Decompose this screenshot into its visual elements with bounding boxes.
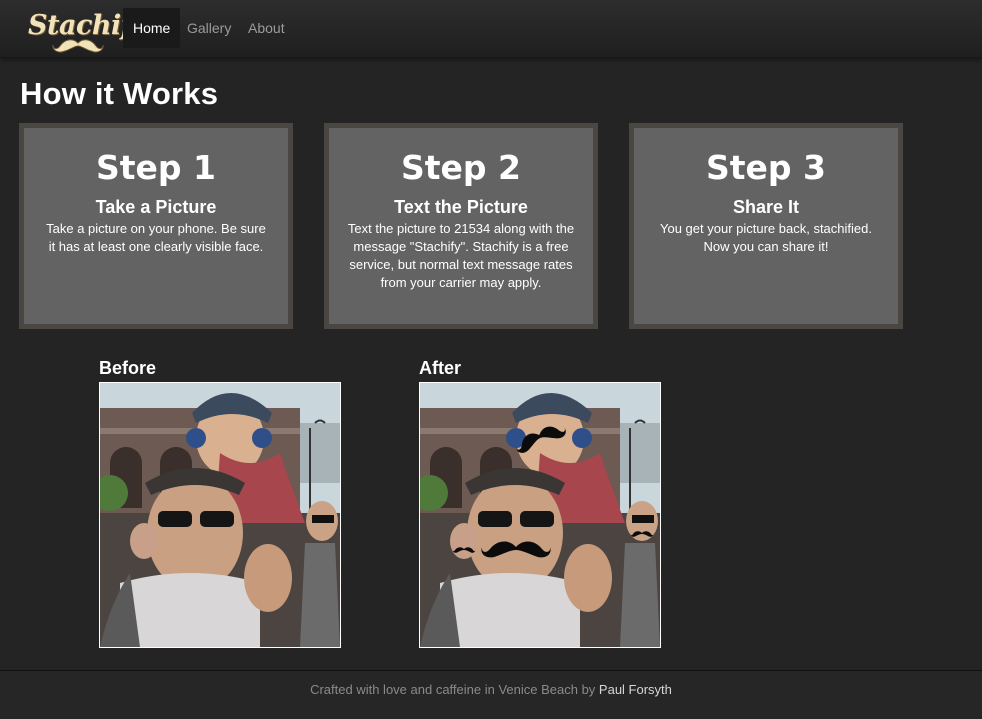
step-card-1: Step 1 Take a Picture Take a picture on … — [19, 123, 293, 329]
nav-gallery[interactable]: Gallery — [177, 8, 241, 48]
footer-text: Crafted with love and caffeine in Venice… — [310, 682, 599, 697]
step-description: You get your picture back, stachified. N… — [660, 221, 872, 254]
step-description: Take a picture on your phone. Be sure it… — [46, 221, 266, 254]
step-title: Take a Picture — [95, 197, 217, 217]
step-number: Step 3 — [706, 148, 826, 187]
author-link[interactable]: Paul Forsyth — [599, 682, 672, 697]
step-number: Step 1 — [96, 148, 216, 187]
step-description: Text the picture to 21534 along with the… — [347, 221, 575, 290]
after-photo — [419, 382, 661, 648]
nav-about[interactable]: About — [238, 8, 295, 48]
step-title: Share It — [732, 197, 800, 217]
before-label: Before — [99, 358, 157, 378]
navbar: Stachify Home Gallery About — [0, 0, 982, 58]
step-number: Step 2 — [401, 148, 521, 187]
page-title: How it Works — [20, 76, 219, 111]
nav-home[interactable]: Home — [123, 8, 181, 48]
step-card-2: Step 2 Text the Picture Text the picture… — [324, 123, 598, 329]
footer: Crafted with love and caffeine in Venice… — [0, 670, 982, 719]
after-label: After — [419, 358, 462, 378]
before-photo — [99, 382, 341, 648]
mustache-icon — [52, 39, 104, 53]
step-title: Text the Picture — [394, 197, 528, 217]
step-card-3: Step 3 Share It You get your picture bac… — [629, 123, 903, 329]
brand-logo[interactable]: Stachify — [24, 8, 148, 54]
